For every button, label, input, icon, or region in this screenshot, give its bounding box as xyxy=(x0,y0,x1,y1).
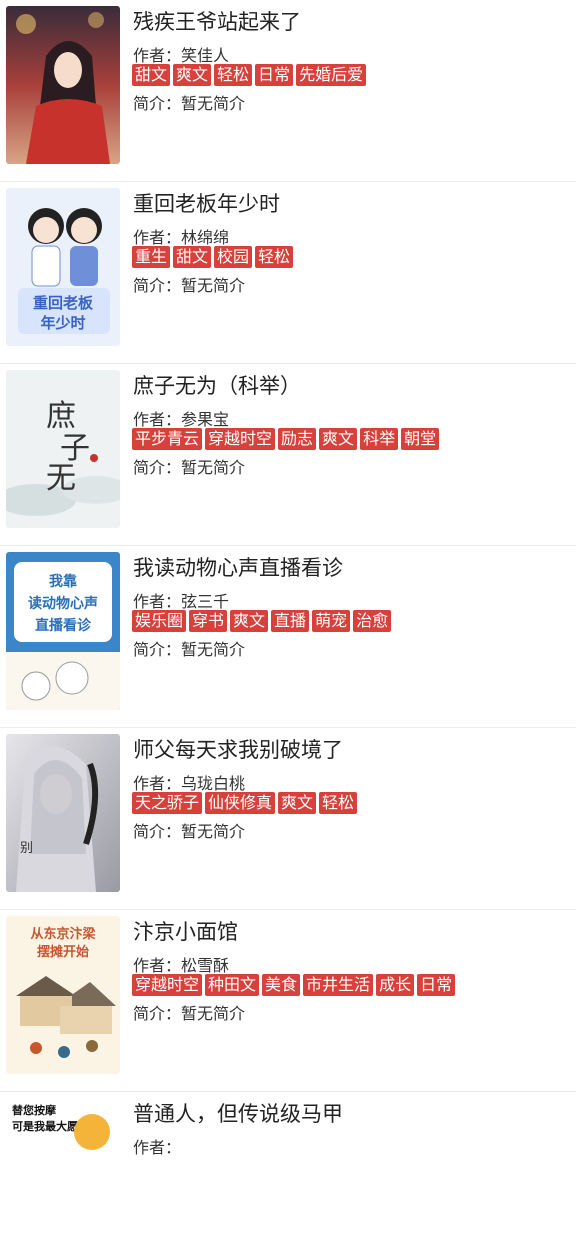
cover-image: 从东京汴梁 摆摊开始 xyxy=(6,916,120,1074)
book-item[interactable]: 替您按摩 可是我最大愿望 普通人，但传说级马甲 作者： xyxy=(0,1092,576,1256)
book-author: 作者：参果宝 xyxy=(133,410,230,429)
book-title[interactable]: 普通人，但传说级马甲 xyxy=(133,1098,343,1128)
book-title[interactable]: 重回老板年少时 xyxy=(133,188,280,218)
tag[interactable]: 美食 xyxy=(262,974,301,996)
tag[interactable]: 穿越时空 xyxy=(132,974,203,996)
tag[interactable]: 轻松 xyxy=(255,246,294,268)
book-list: 残疾王爷站起来了 作者：笑佳人 甜文 爽文 轻松 日常 先婚后爱 简介：暂无简介… xyxy=(0,0,576,1256)
tag[interactable]: 校园 xyxy=(214,246,253,268)
tag[interactable]: 市井生活 xyxy=(303,974,374,996)
book-author: 作者： xyxy=(133,1138,182,1157)
book-tags: 甜文 爽文 轻松 日常 先婚后爱 xyxy=(132,64,367,86)
book-item[interactable]: 从东京汴梁 摆摊开始 汴京小面馆 作者：松雪酥 穿越时空 种田文 美食 市井生活… xyxy=(0,910,576,1092)
tag[interactable]: 平步青云 xyxy=(132,428,203,450)
cover-title-text: 我靠 xyxy=(49,573,77,590)
book-intro: 简介：暂无简介 xyxy=(133,458,246,477)
book-title[interactable]: 我读动物心声直播看诊 xyxy=(133,552,343,582)
book-cover[interactable] xyxy=(6,6,120,164)
book-tags: 娱乐圈 穿书 爽文 直播 萌宠 治愈 xyxy=(132,610,392,632)
cover-title-text: 替您按摩 xyxy=(12,1103,57,1117)
tag[interactable]: 爽文 xyxy=(319,428,358,450)
tag[interactable]: 种田文 xyxy=(205,974,260,996)
cover-title-text: 摆摊开始 xyxy=(37,944,89,960)
cover-title-text: 从东京汴梁 xyxy=(30,926,96,942)
book-tags: 穿越时空 种田文 美食 市井生活 成长 日常 xyxy=(132,974,456,996)
book-cover[interactable]: 重回老板 年少时 xyxy=(6,188,120,346)
tag[interactable]: 爽文 xyxy=(230,610,269,632)
tag[interactable]: 轻松 xyxy=(214,64,253,86)
tag[interactable]: 甜文 xyxy=(132,64,171,86)
book-title[interactable]: 残疾王爷站起来了 xyxy=(133,6,301,36)
tag[interactable]: 甜文 xyxy=(173,246,212,268)
tag[interactable]: 轻松 xyxy=(319,792,358,814)
tag[interactable]: 成长 xyxy=(376,974,415,996)
book-tags: 平步青云 穿越时空 励志 爽文 科举 朝堂 xyxy=(132,428,440,450)
tag[interactable]: 爽文 xyxy=(173,64,212,86)
tag[interactable]: 穿越时空 xyxy=(205,428,276,450)
book-item[interactable]: 我靠 读动物心声 直播看诊 我读动物心声直播看诊 作者：弦三千 娱乐圈 穿书 爽… xyxy=(0,546,576,728)
tag[interactable]: 先婚后爱 xyxy=(296,64,367,86)
book-cover[interactable]: 庶 子 无 xyxy=(6,370,120,528)
tag[interactable]: 天之骄子 xyxy=(132,792,203,814)
book-author: 作者：弦三千 xyxy=(133,592,230,611)
book-title[interactable]: 汴京小面馆 xyxy=(133,916,238,946)
book-intro: 简介：暂无简介 xyxy=(133,640,246,659)
cover-title-text: 读动物心声 xyxy=(28,595,98,612)
tag[interactable]: 娱乐圈 xyxy=(132,610,187,632)
book-cover[interactable]: 别 xyxy=(6,734,120,892)
book-item[interactable]: 别 师父每天求我别破境了 作者：乌珑白桃 天之骄子 仙侠修真 爽文 轻松 简介：… xyxy=(0,728,576,910)
tag[interactable]: 萌宠 xyxy=(312,610,351,632)
cover-title-text: 直播看诊 xyxy=(35,617,92,634)
cover-title-text: 庶 xyxy=(46,399,76,434)
book-cover[interactable]: 从东京汴梁 摆摊开始 xyxy=(6,916,120,1074)
cover-image: 我靠 读动物心声 直播看诊 xyxy=(6,552,120,710)
tag[interactable]: 仙侠修真 xyxy=(205,792,276,814)
book-item[interactable]: 庶 子 无 庶子无为（科举） 作者：参果宝 平步青云 穿越时空 励志 爽文 科举… xyxy=(0,364,576,546)
book-title[interactable]: 师父每天求我别破境了 xyxy=(133,734,343,764)
book-intro: 简介：暂无简介 xyxy=(133,1004,246,1023)
book-author: 作者：松雪酥 xyxy=(133,956,230,975)
book-cover[interactable]: 我靠 读动物心声 直播看诊 xyxy=(6,552,120,710)
book-author: 作者：林绵绵 xyxy=(133,228,230,247)
tag[interactable]: 治愈 xyxy=(353,610,392,632)
cover-image: 重回老板 年少时 xyxy=(6,188,120,346)
book-item[interactable]: 残疾王爷站起来了 作者：笑佳人 甜文 爽文 轻松 日常 先婚后爱 简介：暂无简介 xyxy=(0,0,576,182)
tag[interactable]: 日常 xyxy=(417,974,456,996)
cover-image: 别 xyxy=(6,734,120,892)
tag[interactable]: 直播 xyxy=(271,610,310,632)
book-cover[interactable]: 替您按摩 可是我最大愿望 xyxy=(6,1098,120,1256)
book-tags: 重生 甜文 校园 轻松 xyxy=(132,246,294,268)
cover-title-text: 别 xyxy=(20,841,33,856)
cover-title-text: 无 xyxy=(46,461,76,496)
tag[interactable]: 科举 xyxy=(360,428,399,450)
tag[interactable]: 朝堂 xyxy=(401,428,440,450)
book-title[interactable]: 庶子无为（科举） xyxy=(133,370,301,400)
book-item[interactable]: 重回老板 年少时 重回老板年少时 作者：林绵绵 重生 甜文 校园 轻松 简介：暂… xyxy=(0,182,576,364)
book-intro: 简介：暂无简介 xyxy=(133,94,246,113)
book-tags: 天之骄子 仙侠修真 爽文 轻松 xyxy=(132,792,358,814)
tag[interactable]: 日常 xyxy=(255,64,294,86)
book-author: 作者：乌珑白桃 xyxy=(133,774,246,793)
cover-image xyxy=(6,6,120,164)
cover-title-text: 重回老板 xyxy=(33,294,94,312)
tag[interactable]: 重生 xyxy=(132,246,171,268)
book-author: 作者：笑佳人 xyxy=(133,46,230,65)
tag[interactable]: 穿书 xyxy=(189,610,228,632)
book-intro: 简介：暂无简介 xyxy=(133,276,246,295)
cover-title-text: 年少时 xyxy=(40,314,85,332)
cover-image: 庶 子 无 xyxy=(6,370,120,528)
book-intro: 简介：暂无简介 xyxy=(133,822,246,841)
tag[interactable]: 励志 xyxy=(278,428,317,450)
cover-image: 替您按摩 可是我最大愿望 xyxy=(6,1098,120,1256)
tag[interactable]: 爽文 xyxy=(278,792,317,814)
